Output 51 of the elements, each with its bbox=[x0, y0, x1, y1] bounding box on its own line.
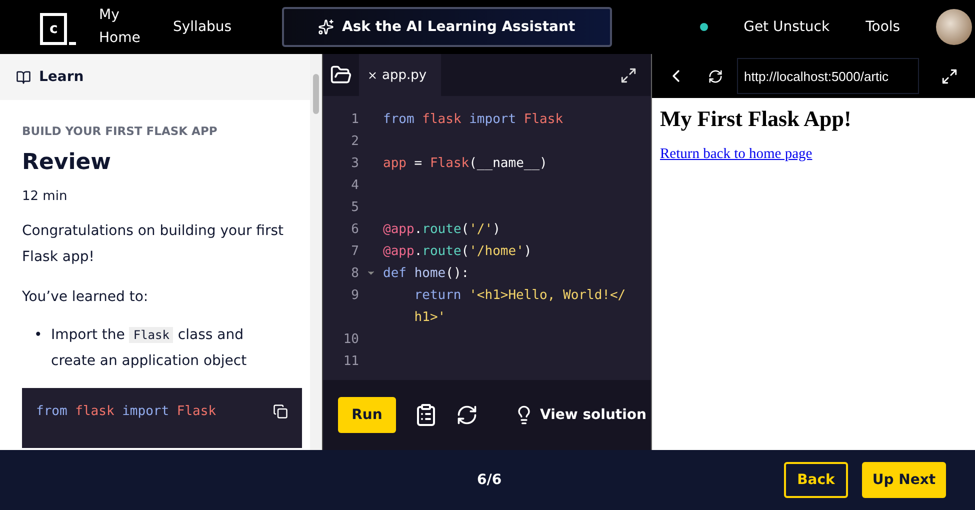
code-line: def home(): bbox=[383, 266, 470, 280]
nav-link[interactable]: Syllabus bbox=[173, 16, 232, 38]
file-tab[interactable]: app.py bbox=[359, 54, 441, 96]
line-number: 6 bbox=[350, 222, 359, 236]
learn-title: Learn bbox=[39, 69, 84, 85]
paragraph: Congratulations on building your first Flask app! bbox=[22, 222, 285, 267]
code-line: app = Flask(__name__) bbox=[383, 156, 548, 170]
code-line: return '<h1>Hello, World!</ bbox=[414, 288, 626, 302]
code-line: from flask import Flask bbox=[383, 112, 564, 126]
line-number: 3 bbox=[350, 156, 359, 170]
ai-assistant-button[interactable]: Ask the AI Learning Assistant bbox=[282, 7, 612, 47]
line-number: 10 bbox=[342, 332, 359, 346]
line-number: 8 bbox=[350, 266, 359, 280]
header-link[interactable]: Tools bbox=[866, 19, 900, 35]
nav-link[interactable]: My Home bbox=[99, 4, 149, 50]
code-line: h1>' bbox=[414, 310, 446, 324]
view-solution-button[interactable]: View solution bbox=[514, 405, 646, 425]
lesson-heading: Review bbox=[22, 150, 112, 175]
code-line: @app.route('/') bbox=[383, 222, 500, 236]
line-number: 2 bbox=[350, 134, 359, 148]
refresh-icon[interactable] bbox=[456, 404, 478, 426]
course-title: BUILD YOUR FIRST FLASK APP bbox=[22, 124, 218, 138]
run-button[interactable]: Run bbox=[338, 397, 396, 433]
close-icon[interactable] bbox=[367, 70, 378, 80]
paragraph: You’ve learned to: bbox=[22, 288, 150, 307]
sparkle-icon bbox=[318, 19, 334, 35]
line-number: 7 bbox=[350, 244, 359, 258]
copy-icon[interactable] bbox=[273, 404, 288, 419]
bullet-marker: • bbox=[34, 326, 44, 345]
page-heading: My First Flask App! bbox=[660, 106, 852, 132]
book-icon bbox=[16, 70, 31, 84]
clipboard-icon[interactable] bbox=[414, 403, 438, 427]
duration-text: 12 min bbox=[22, 189, 68, 204]
back-button[interactable]: Back bbox=[784, 462, 848, 498]
avatar[interactable] bbox=[936, 9, 972, 45]
url-field[interactable]: http://localhost:5000/artic bbox=[737, 58, 919, 94]
line-number: 1 bbox=[350, 112, 359, 126]
header-link[interactable]: Get Unstuck bbox=[744, 19, 830, 35]
home-link[interactable]: Return back to home page bbox=[660, 146, 812, 163]
up-next-button[interactable]: Up Next bbox=[862, 462, 946, 498]
bullet-item: Import the Flask class and create an application object bbox=[51, 326, 248, 371]
expand-icon[interactable] bbox=[620, 66, 637, 84]
line-number: 9 bbox=[350, 288, 359, 302]
line-number: 5 bbox=[350, 200, 359, 214]
expand-icon[interactable] bbox=[941, 68, 958, 84]
code-line: from flask import Flask bbox=[36, 404, 216, 421]
reload-icon[interactable] bbox=[708, 68, 723, 84]
line-number: 11 bbox=[342, 354, 359, 368]
progress-text: 6/6 bbox=[477, 472, 502, 488]
code-line: @app.route('/home') bbox=[383, 244, 532, 258]
line-number: 4 bbox=[350, 178, 359, 192]
